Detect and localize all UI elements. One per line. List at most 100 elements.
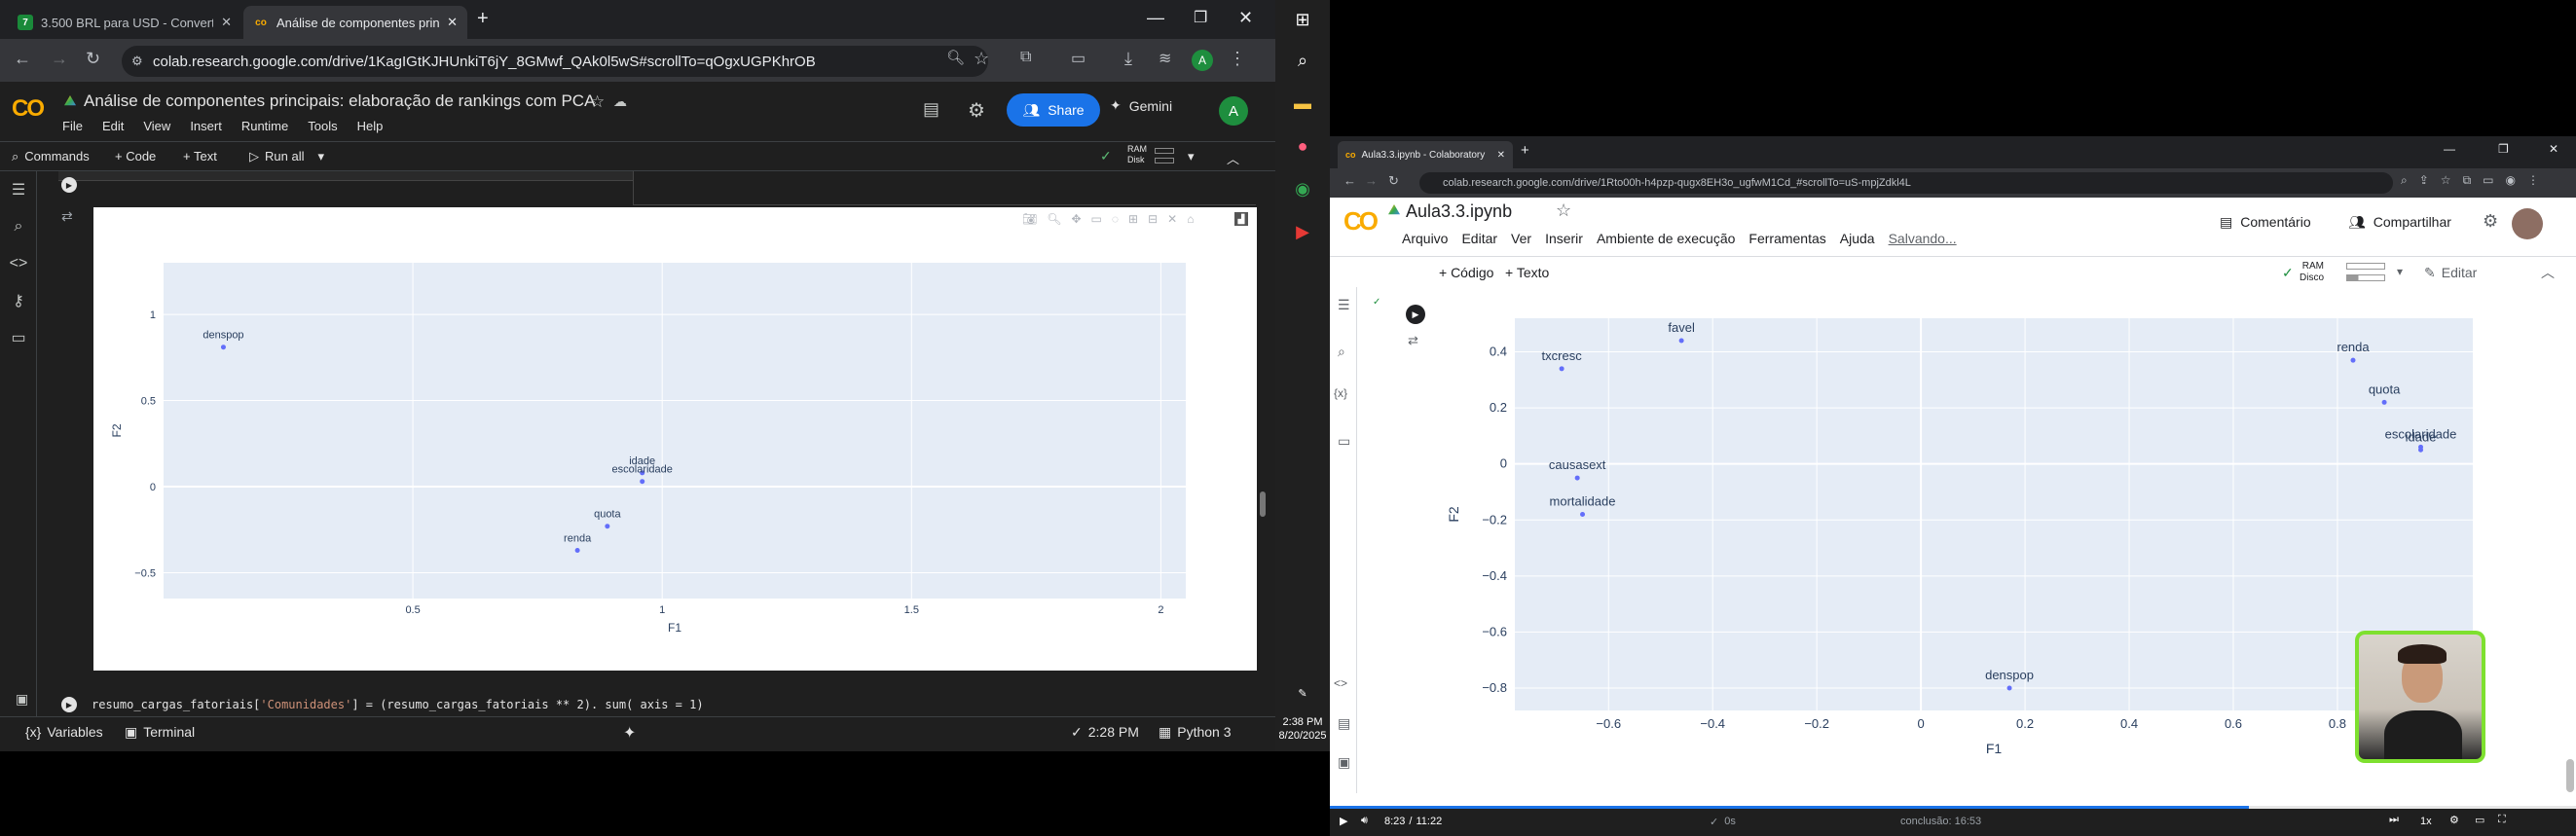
point-renda[interactable] (2350, 357, 2356, 363)
variables-icon[interactable]: {x} (1334, 386, 1347, 400)
resource-monitor[interactable]: RAM Disk (1127, 144, 1147, 165)
forward-icon[interactable]: → (51, 49, 68, 69)
star-icon[interactable]: ☆ (590, 92, 605, 112)
edit-button[interactable]: ✎ Editar (2424, 265, 2477, 281)
window-close-icon[interactable]: ✕ (2549, 142, 2558, 156)
settings-icon[interactable]: ⚙ (968, 98, 985, 123)
bookmark-star-icon[interactable]: ☆ (2441, 173, 2451, 188)
app-icon[interactable]: ● (1275, 125, 1330, 167)
profile-avatar[interactable]: A (1192, 50, 1213, 71)
scrollbar-thumb[interactable] (1260, 491, 1266, 517)
tab-currency[interactable]: 7 3.500 BRL para USD - Converta ✕ (8, 6, 241, 39)
minimize-icon[interactable]: — (1147, 8, 1164, 28)
point-denspop[interactable] (220, 345, 226, 350)
minimize-icon[interactable]: — (2444, 142, 2455, 156)
gemini-icon[interactable]: ✦ (623, 723, 636, 743)
reload-icon[interactable]: ↻ (86, 49, 100, 69)
terminal-button[interactable]: ▣ Terminal (125, 724, 195, 741)
pip-icon[interactable]: ▭ (2475, 814, 2484, 826)
variables-button[interactable]: {x} Variables (25, 724, 103, 740)
colab-logo-icon[interactable]: CO (12, 95, 45, 123)
tab-aula[interactable]: co Aula3.3.ipynb - Colaboratory ✕ (1338, 141, 1513, 168)
code-icon[interactable]: <> (0, 245, 37, 282)
settings-icon[interactable]: ⚙ (2449, 814, 2459, 826)
point-idade[interactable] (2418, 447, 2424, 453)
toc-icon[interactable]: ☰ (1338, 297, 1350, 313)
resource-monitor[interactable]: RAM Disco (2300, 261, 2324, 284)
back-icon[interactable]: ← (14, 49, 31, 69)
run-cell-icon[interactable]: ▶ (1406, 305, 1425, 324)
file-explorer-icon[interactable]: ▬ (1275, 82, 1330, 125)
chevron-down-icon[interactable]: ▾ (1188, 149, 1195, 164)
point-denspop[interactable] (2006, 685, 2012, 691)
extensions-icon[interactable]: ⧉ (1020, 49, 1031, 66)
add-text-button[interactable]: + Text (183, 149, 217, 164)
key-icon[interactable]: ⚷ (0, 282, 37, 319)
collapse-icon[interactable]: ︿ (2541, 263, 2555, 282)
new-tab-icon[interactable]: + (1521, 142, 1529, 159)
gemini-button[interactable]: ✦ Gemini (1110, 97, 1172, 114)
media-player-icon[interactable]: ▶ (1275, 210, 1330, 253)
collapse-icon[interactable]: ︿ (1227, 149, 1239, 167)
terminal-icon[interactable]: ▣ (16, 691, 28, 708)
search-icon[interactable]: ⌕ (0, 208, 37, 245)
point-causasext[interactable] (1574, 475, 1580, 481)
code-snippets-icon[interactable]: <> (1334, 676, 1347, 690)
scrollbar-thumb[interactable] (2566, 759, 2574, 792)
add-code-button[interactable]: + Code (115, 149, 156, 164)
colab-logo-icon[interactable]: CO (1343, 206, 1379, 236)
windows-start-icon[interactable]: ⊞ (1275, 0, 1330, 39)
point-txcresc[interactable] (1559, 366, 1564, 372)
notebook-title[interactable]: Análise de componentes principais: elabo… (84, 91, 595, 111)
close-icon[interactable]: ✕ (221, 15, 232, 30)
site-info-icon[interactable]: ⚙ (131, 54, 143, 69)
folder-icon[interactable]: ▭ (0, 319, 37, 356)
tab-colab[interactable]: co Análise de componentes princi ✕ (243, 6, 467, 39)
extensions-icon[interactable]: ⧉ (2463, 173, 2472, 188)
menu-tools[interactable]: Tools (308, 119, 337, 133)
menu-view[interactable]: View (143, 119, 170, 133)
menu-insert[interactable]: Insert (190, 119, 222, 133)
kernel-status[interactable]: ▦ Python 3 (1159, 724, 1232, 741)
maximize-icon[interactable]: ❐ (1194, 8, 1207, 27)
share-icon[interactable]: ⇪ (2419, 173, 2429, 188)
back-icon[interactable]: ← (1343, 173, 1356, 188)
profile-icon[interactable]: ◉ (2505, 173, 2515, 188)
output-toggle-icon[interactable]: ⇄ (1408, 333, 1418, 348)
execution-status[interactable]: ✓ 2:28 PM (1071, 724, 1139, 741)
add-code-button[interactable]: + Código (1439, 265, 1493, 280)
fullscreen-icon[interactable]: ⛶ (2498, 814, 2506, 826)
add-text-button[interactable]: + Texto (1505, 265, 1549, 280)
comment-button[interactable]: ▤ Comentário (2220, 214, 2311, 231)
skip-icon[interactable]: ⏭ (2389, 814, 2399, 826)
share-button[interactable]: 👥︎ Compartilhar (2348, 214, 2451, 231)
commands-button[interactable]: ⌕ Commands (12, 149, 90, 164)
volume-icon[interactable]: 🔊︎ (1361, 815, 1368, 827)
menu-edit[interactable]: Edit (102, 119, 124, 133)
point-quota[interactable] (605, 524, 610, 529)
chrome-icon[interactable]: ◉ (1275, 167, 1330, 210)
output-toggle-icon[interactable]: ⇄ (61, 208, 73, 225)
menu-file[interactable]: File (62, 119, 83, 133)
menu-runtime[interactable]: Runtime (241, 119, 288, 133)
point-renda[interactable] (574, 547, 580, 553)
run-cell-icon[interactable]: ▶ (61, 697, 77, 712)
account-avatar[interactable] (2512, 208, 2543, 239)
play-icon[interactable]: ▶ (1340, 815, 1347, 827)
search-icon[interactable]: ⌕ (1275, 39, 1330, 82)
account-avatar[interactable]: A (1219, 96, 1248, 126)
toc-icon[interactable]: ☰ (0, 171, 37, 208)
point-mortalidade[interactable] (1580, 512, 1586, 517)
forward-icon[interactable]: → (1365, 173, 1378, 188)
browser-menu-icon[interactable]: ⋮ (1229, 49, 1246, 69)
maximize-icon[interactable]: ❐ (2498, 142, 2509, 156)
menu-editar[interactable]: Editar (1461, 231, 1497, 246)
close-icon[interactable]: ✕ (1497, 150, 1505, 161)
comments-icon[interactable]: ▤ (923, 99, 939, 120)
point-escolaridade[interactable] (640, 479, 645, 485)
run-cell-icon[interactable]: ▶ (61, 177, 77, 193)
pen-icon[interactable]: ✎ (1275, 687, 1330, 700)
notebook-title[interactable]: Aula3.3.ipynb (1406, 201, 1512, 222)
run-all-button[interactable]: ▷ Run all ▾ (249, 149, 324, 164)
reload-icon[interactable]: ↻ (1388, 173, 1399, 189)
